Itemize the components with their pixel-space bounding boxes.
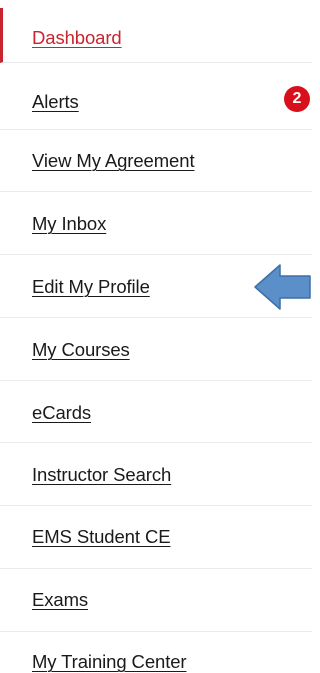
- sidebar-nav: Dashboard Alerts View My Agreement My In…: [0, 0, 312, 673]
- sidebar-item-instructor-search[interactable]: Instructor Search: [0, 443, 312, 506]
- sidebar-item-label[interactable]: My Inbox: [32, 213, 106, 235]
- alerts-count-badge: 2: [284, 86, 310, 112]
- sidebar-item-label[interactable]: My Training Center: [32, 651, 187, 673]
- sidebar-item-my-courses[interactable]: My Courses: [0, 318, 312, 381]
- left-arrow-icon: [254, 264, 311, 310]
- sidebar-item-label[interactable]: Exams: [32, 589, 88, 611]
- sidebar-item-dashboard[interactable]: Dashboard: [0, 8, 312, 63]
- sidebar-item-ecards[interactable]: eCards: [0, 381, 312, 443]
- sidebar-item-label[interactable]: eCards: [32, 402, 91, 424]
- sidebar-item-label[interactable]: Instructor Search: [32, 464, 171, 486]
- sidebar-item-my-inbox[interactable]: My Inbox: [0, 192, 312, 255]
- sidebar-item-label[interactable]: Edit My Profile: [32, 276, 150, 298]
- sidebar-item-label[interactable]: View My Agreement: [32, 150, 195, 172]
- sidebar-item-alerts[interactable]: Alerts: [0, 70, 312, 130]
- sidebar-item-label[interactable]: Dashboard: [32, 27, 122, 49]
- sidebar-item-label[interactable]: Alerts: [32, 91, 79, 113]
- sidebar-item-exams[interactable]: Exams: [0, 569, 312, 632]
- sidebar-item-ems-student-ce[interactable]: EMS Student CE: [0, 506, 312, 569]
- sidebar-item-label[interactable]: My Courses: [32, 339, 130, 361]
- sidebar-item-my-training-center[interactable]: My Training Center: [0, 632, 312, 673]
- sidebar-item-view-my-agreement[interactable]: View My Agreement: [0, 130, 312, 192]
- sidebar-item-label[interactable]: EMS Student CE: [32, 526, 171, 548]
